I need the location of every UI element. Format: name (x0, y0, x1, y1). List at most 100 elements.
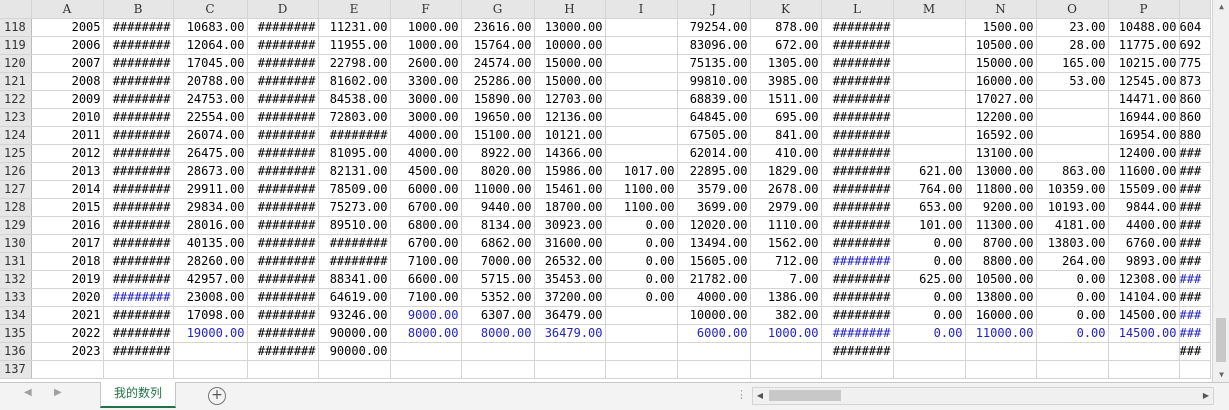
grid-cell[interactable]: 0.00 (893, 234, 966, 253)
grid-cell[interactable]: 78509.00 (318, 180, 391, 199)
grid-cell[interactable] (893, 54, 966, 73)
grid-cell[interactable]: 0.00 (605, 288, 678, 307)
column-header[interactable]: H (534, 0, 606, 19)
grid-cell[interactable]: 382.00 (750, 306, 822, 325)
grid-cell[interactable]: 2017 (31, 234, 104, 253)
row-header[interactable]: 119 (0, 36, 32, 55)
grid-cell[interactable]: ######## (103, 108, 174, 127)
grid-cell[interactable]: ######## (247, 126, 319, 145)
grid-cell[interactable]: 6600.00 (390, 270, 462, 289)
row-header[interactable]: 118 (0, 18, 32, 37)
grid-cell[interactable]: 29911.00 (173, 180, 248, 199)
grid-cell[interactable]: 0.00 (893, 252, 966, 271)
grid-cell[interactable]: 7.00 (750, 270, 822, 289)
grid-cell[interactable] (173, 342, 248, 361)
grid-cell[interactable]: 7000.00 (461, 252, 535, 271)
grid-cell[interactable] (605, 90, 678, 109)
grid-cell[interactable]: 3699.00 (677, 198, 751, 217)
grid-cell[interactable] (893, 36, 966, 55)
grid-cell[interactable]: ######## (821, 216, 894, 235)
grid-cell[interactable]: 775 (1179, 54, 1211, 73)
grid-cell[interactable]: 18700.00 (534, 198, 606, 217)
grid-cell[interactable]: 99810.00 (677, 72, 751, 91)
grid-cell[interactable]: 13100.00 (965, 144, 1037, 163)
grid-cell[interactable]: 15100.00 (461, 126, 535, 145)
grid-cell[interactable]: 0.00 (893, 288, 966, 307)
grid-cell[interactable]: 1829.00 (750, 162, 822, 181)
grid-cell[interactable] (103, 360, 174, 379)
column-header[interactable]: I (605, 0, 678, 19)
grid-cell[interactable]: 23616.00 (461, 18, 535, 37)
grid-cell[interactable] (1036, 342, 1109, 361)
grid-cell[interactable]: 0.00 (1036, 288, 1109, 307)
grid-cell[interactable]: 10359.00 (1036, 180, 1109, 199)
grid-cell[interactable]: ######## (247, 108, 319, 127)
grid-cell[interactable]: ######## (247, 162, 319, 181)
vertical-scroll-thumb[interactable] (1216, 318, 1226, 362)
grid-cell[interactable] (605, 36, 678, 55)
grid-cell[interactable]: ### (1179, 252, 1211, 271)
grid-cell[interactable]: 15000.00 (534, 72, 606, 91)
grid-cell[interactable]: ### (1179, 216, 1211, 235)
grid-cell[interactable]: 2979.00 (750, 198, 822, 217)
grid-cell[interactable]: ######## (247, 72, 319, 91)
grid-cell[interactable]: 165.00 (1036, 54, 1109, 73)
grid-cell[interactable] (605, 342, 678, 361)
grid-cell[interactable]: 2014 (31, 180, 104, 199)
grid-cell[interactable]: 0.00 (605, 270, 678, 289)
column-header[interactable]: C (173, 0, 248, 19)
grid-cell[interactable]: 3300.00 (390, 72, 462, 91)
row-header[interactable]: 134 (0, 306, 32, 325)
grid-cell[interactable] (1108, 342, 1180, 361)
grid-cell[interactable]: 1562.00 (750, 234, 822, 253)
grid-cell[interactable]: 625.00 (893, 270, 966, 289)
row-header[interactable]: 127 (0, 180, 32, 199)
grid-cell[interactable]: 10215.00 (1108, 54, 1180, 73)
grid-cell[interactable]: 9200.00 (965, 198, 1037, 217)
grid-cell[interactable]: 79254.00 (677, 18, 751, 37)
grid-cell[interactable]: 16592.00 (965, 126, 1037, 145)
grid-cell[interactable]: 1500.00 (965, 18, 1037, 37)
grid-cell[interactable]: 16000.00 (965, 306, 1037, 325)
grid-cell[interactable]: 8000.00 (390, 324, 462, 343)
grid-cell[interactable] (893, 72, 966, 91)
grid-cell[interactable]: 11231.00 (318, 18, 391, 37)
grid-cell[interactable]: 10683.00 (173, 18, 248, 37)
grid-cell[interactable]: ######## (247, 324, 319, 343)
grid-cell[interactable]: 2020 (31, 288, 104, 307)
column-header[interactable]: K (750, 0, 822, 19)
row-header[interactable]: 133 (0, 288, 32, 307)
grid-cell[interactable]: 10121.00 (534, 126, 606, 145)
row-header[interactable]: 128 (0, 198, 32, 217)
grid-cell[interactable]: 10488.00 (1108, 18, 1180, 37)
grid-cell[interactable]: 16944.00 (1108, 108, 1180, 127)
grid-cell[interactable]: ######## (247, 342, 319, 361)
grid-cell[interactable] (677, 342, 751, 361)
grid-cell[interactable]: ### (1179, 180, 1211, 199)
grid-cell[interactable]: 26074.00 (173, 126, 248, 145)
grid-cell[interactable]: ######## (821, 108, 894, 127)
grid-cell[interactable]: 1100.00 (605, 198, 678, 217)
grid-cell[interactable]: ######## (103, 288, 174, 307)
row-header[interactable]: 124 (0, 126, 32, 145)
grid-cell[interactable]: 2023 (31, 342, 104, 361)
grid-cell[interactable]: 9893.00 (1108, 252, 1180, 271)
grid-cell[interactable] (390, 342, 462, 361)
row-header[interactable]: 137 (0, 360, 32, 379)
grid-cell[interactable]: 9844.00 (1108, 198, 1180, 217)
plus-circle-icon[interactable]: + (208, 387, 226, 405)
grid-cell[interactable]: 24574.00 (461, 54, 535, 73)
grid-cell[interactable]: 13000.00 (534, 18, 606, 37)
grid-cell[interactable]: 12308.00 (1108, 270, 1180, 289)
grid-cell[interactable]: ######## (247, 144, 319, 163)
grid-cell[interactable]: 3579.00 (677, 180, 751, 199)
grid-cell[interactable]: ######## (247, 198, 319, 217)
grid-cell[interactable]: 14500.00 (1108, 306, 1180, 325)
grid-cell[interactable]: 24753.00 (173, 90, 248, 109)
column-header[interactable]: A (31, 0, 104, 19)
grid-cell[interactable]: 10000.00 (534, 36, 606, 55)
grid-cell[interactable] (605, 72, 678, 91)
grid-cell[interactable]: 0.00 (605, 234, 678, 253)
grid-cell[interactable]: ### (1179, 198, 1211, 217)
grid-cell[interactable]: ######## (247, 180, 319, 199)
